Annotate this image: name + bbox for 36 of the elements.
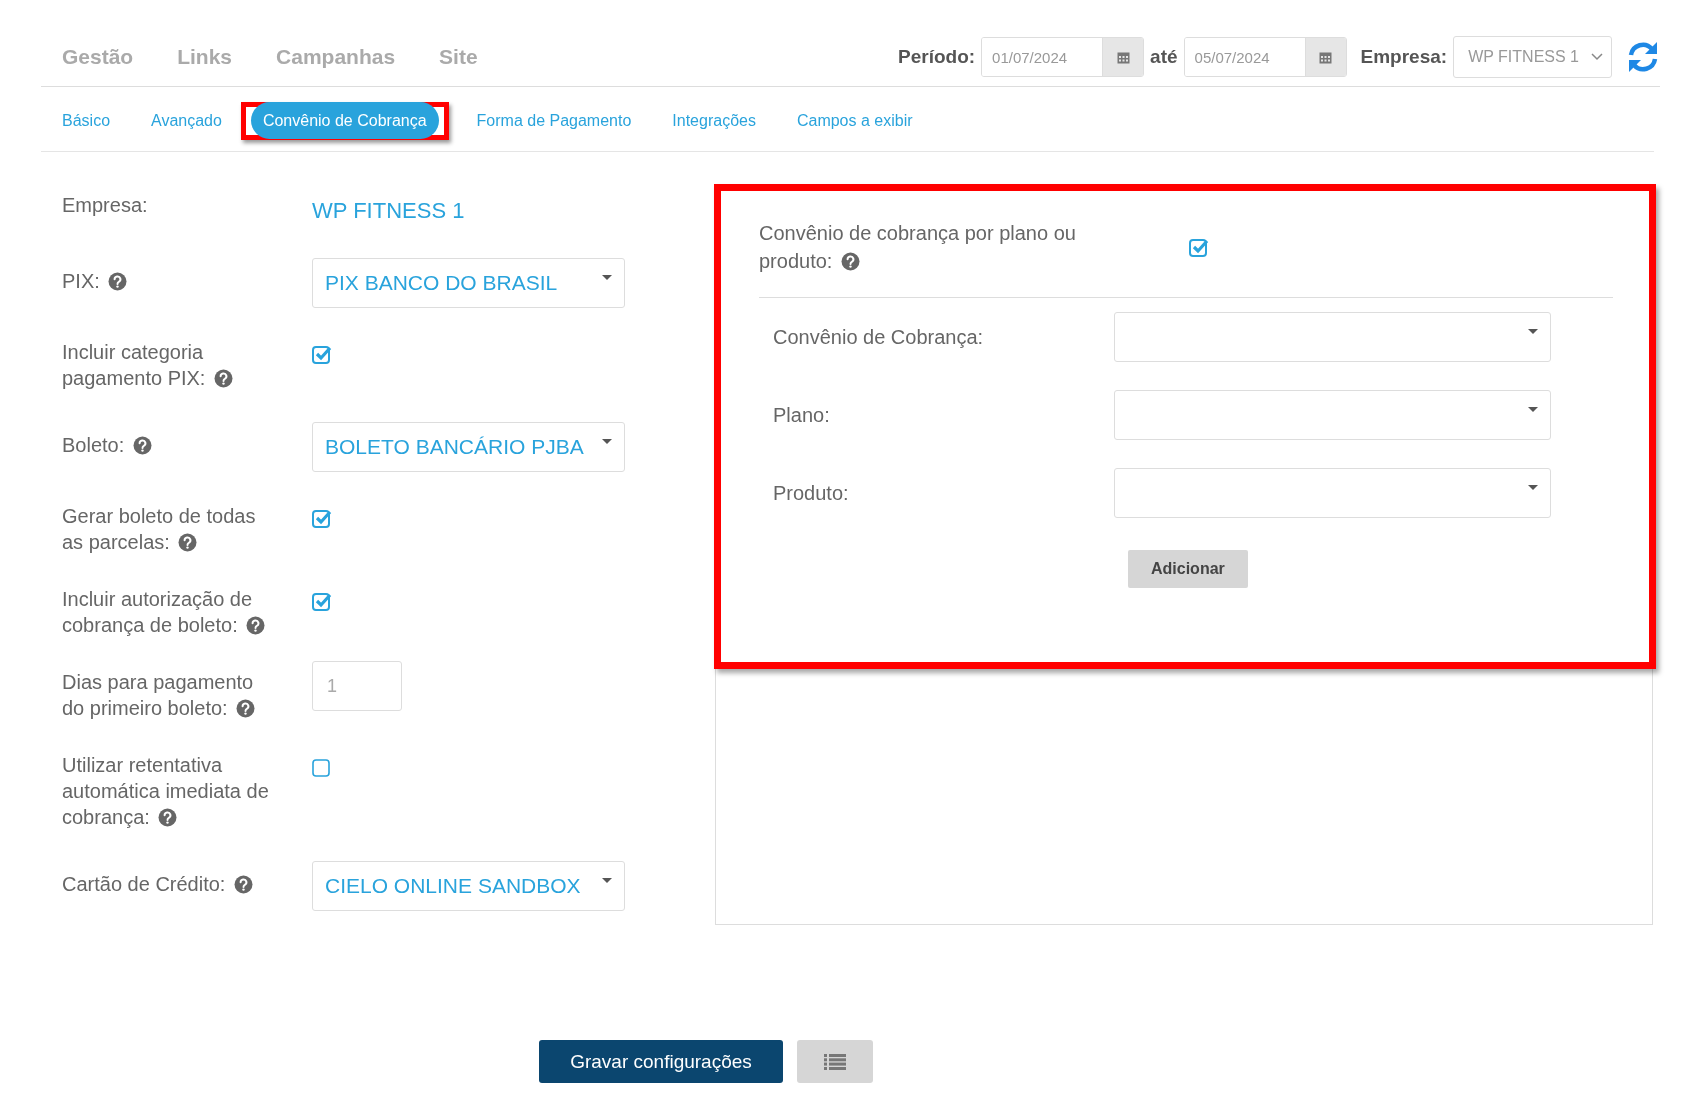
- period-label: Período:: [898, 46, 976, 68]
- tab[interactable]: Campos a exibir: [784, 102, 925, 140]
- tab[interactable]: Convênio de Cobrança: [250, 102, 439, 139]
- tab[interactable]: Avançado: [139, 102, 234, 140]
- field-label: Empresa:: [62, 193, 149, 218]
- date-field[interactable]: 01/07/2024: [981, 37, 1145, 77]
- nav-link[interactable]: Site: [439, 45, 478, 69]
- field-label: Gerar boleto de todas as parcelas:: [62, 504, 257, 555]
- add-button[interactable]: Adicionar: [1128, 550, 1248, 588]
- field-label: Produto:: [773, 481, 850, 505]
- save-button[interactable]: Gravar configurações: [539, 1040, 783, 1083]
- number-field[interactable]: 1: [312, 661, 402, 711]
- field-label: Dias para pagamento do primeiro boleto:: [62, 670, 257, 721]
- company-name: WP FITNESS 1: [312, 198, 465, 224]
- select-field[interactable]: PIX BANCO DO BRASIL: [312, 258, 625, 308]
- field-label: Boleto:: [62, 432, 274, 458]
- field-label: Convênio de cobrança por plano ou produto:: [759, 221, 1077, 274]
- date-field[interactable]: 05/07/2024: [1183, 37, 1347, 77]
- nav-link[interactable]: Campanhas: [276, 45, 396, 69]
- select-field[interactable]: BOLETO BANCÁRIO PJBA: [312, 422, 625, 472]
- company-label: Empresa:: [1360, 46, 1448, 68]
- nav-link[interactable]: Gestão: [62, 45, 134, 69]
- company-select[interactable]: WP FITNESS 1: [1453, 36, 1612, 78]
- field-label: Utilizar retentativa automática imediata de cobrança:: [62, 753, 270, 830]
- field-label: Incluir categoria pagamento PIX:: [62, 339, 274, 391]
- field-label: Convênio de Cobrança:: [773, 325, 985, 349]
- tab[interactable]: Forma de Pagamento: [464, 102, 644, 140]
- field-label: Cartão de Crédito:: [62, 871, 274, 897]
- field-label: PIX:: [62, 268, 274, 294]
- tab[interactable]: Básico: [62, 102, 123, 140]
- field-label: Plano:: [773, 403, 831, 427]
- date-separator: até: [1150, 46, 1178, 68]
- select-field[interactable]: CIELO ONLINE SANDBOX: [312, 861, 625, 911]
- nav-link[interactable]: Links: [177, 45, 233, 69]
- field-label: Incluir autorização de cobrança de boleto:: [62, 586, 274, 638]
- tab[interactable]: Integrações: [660, 102, 768, 140]
